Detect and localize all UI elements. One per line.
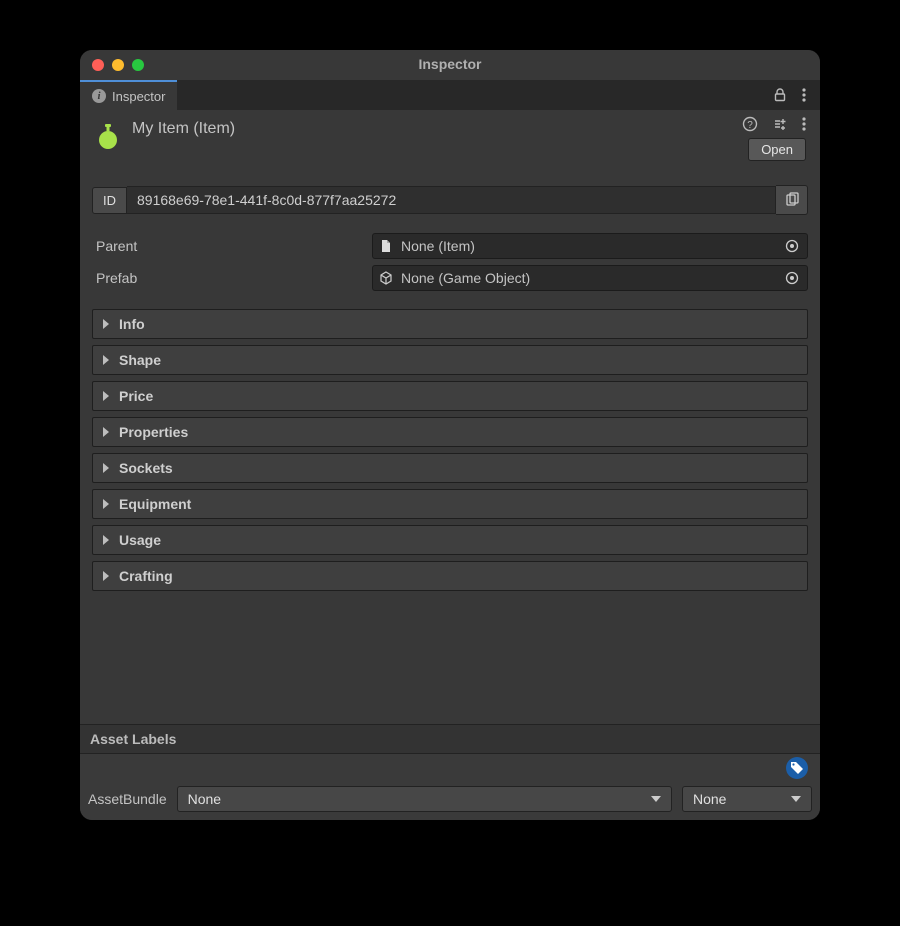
triangle-right-icon	[103, 499, 109, 509]
help-icon[interactable]: ?	[742, 116, 758, 132]
cube-icon	[379, 271, 393, 285]
window-title: Inspector	[80, 56, 820, 72]
copy-id-button[interactable]	[776, 185, 808, 215]
asset-bundle-variant-dropdown[interactable]: None	[682, 786, 812, 812]
foldout-usage[interactable]: Usage	[92, 525, 808, 555]
file-icon	[379, 239, 393, 253]
foldout-label: Usage	[119, 532, 161, 548]
chevron-down-icon	[791, 796, 801, 802]
inspector-window: Inspector i Inspector My Item (Item)	[80, 50, 820, 820]
titlebar: Inspector	[80, 50, 820, 80]
prefab-value: None (Game Object)	[401, 270, 530, 286]
triangle-right-icon	[103, 391, 109, 401]
minimize-window-button[interactable]	[112, 59, 124, 71]
prefab-field-row: Prefab None (Game Object)	[92, 265, 808, 291]
asset-labels-header: Asset Labels	[80, 724, 820, 754]
tab-inspector[interactable]: i Inspector	[80, 80, 177, 110]
tab-label: Inspector	[112, 89, 165, 104]
triangle-right-icon	[103, 319, 109, 329]
asset-bundle-label: AssetBundle	[88, 791, 167, 807]
id-value-field[interactable]: 89168e69-78e1-441f-8c0d-877f7aa25272	[127, 186, 776, 214]
header: My Item (Item) ? Open	[80, 110, 820, 167]
asset-bundle-name-dropdown[interactable]: None	[177, 786, 672, 812]
tab-menu-icon[interactable]	[802, 87, 806, 103]
object-picker-button[interactable]	[783, 269, 801, 287]
foldout-price[interactable]: Price	[92, 381, 808, 411]
object-title: My Item (Item)	[132, 120, 235, 138]
lock-icon[interactable]	[772, 87, 788, 103]
foldout-sockets[interactable]: Sockets	[92, 453, 808, 483]
foldout-label: Crafting	[119, 568, 173, 584]
add-label-button[interactable]	[786, 757, 808, 779]
triangle-right-icon	[103, 535, 109, 545]
foldout-label: Price	[119, 388, 153, 404]
foldout-label: Sockets	[119, 460, 173, 476]
preset-icon[interactable]	[772, 116, 788, 132]
foldout-label: Info	[119, 316, 145, 332]
close-window-button[interactable]	[92, 59, 104, 71]
header-right: ? Open	[742, 116, 806, 161]
prefab-object-field[interactable]: None (Game Object)	[372, 265, 808, 291]
chevron-down-icon	[651, 796, 661, 802]
open-button[interactable]: Open	[748, 138, 806, 161]
id-row: ID 89168e69-78e1-441f-8c0d-877f7aa25272	[92, 185, 808, 215]
zoom-window-button[interactable]	[132, 59, 144, 71]
parent-value: None (Item)	[401, 238, 475, 254]
svg-text:?: ?	[747, 120, 753, 131]
parent-field-row: Parent None (Item)	[92, 233, 808, 259]
parent-label: Parent	[92, 238, 372, 254]
footer: Asset Labels AssetBundle None None	[80, 724, 820, 820]
copy-icon	[784, 192, 800, 208]
foldout-equipment[interactable]: Equipment	[92, 489, 808, 519]
id-label: ID	[92, 187, 127, 214]
tabbar: i Inspector	[80, 80, 820, 110]
foldout-label: Shape	[119, 352, 161, 368]
body: ID 89168e69-78e1-441f-8c0d-877f7aa25272 …	[80, 167, 820, 724]
prefab-label: Prefab	[92, 270, 372, 286]
component-menu-icon[interactable]	[802, 116, 806, 132]
foldout-properties[interactable]: Properties	[92, 417, 808, 447]
triangle-right-icon	[103, 463, 109, 473]
triangle-right-icon	[103, 427, 109, 437]
traffic-lights	[92, 59, 144, 71]
foldout-shape[interactable]: Shape	[92, 345, 808, 375]
asset-bundle-row: AssetBundle None None	[80, 782, 820, 820]
bundle-variant-value: None	[693, 791, 726, 807]
tabbar-actions	[758, 80, 820, 110]
foldout-info[interactable]: Info	[92, 309, 808, 339]
tag-icon	[790, 761, 804, 775]
asset-labels-area	[80, 754, 820, 782]
object-picker-button[interactable]	[783, 237, 801, 255]
foldout-crafting[interactable]: Crafting	[92, 561, 808, 591]
parent-object-field[interactable]: None (Item)	[372, 233, 808, 259]
triangle-right-icon	[103, 571, 109, 581]
bundle-name-value: None	[188, 791, 221, 807]
item-thumbnail-icon[interactable]	[94, 122, 122, 150]
triangle-right-icon	[103, 355, 109, 365]
foldout-label: Equipment	[119, 496, 191, 512]
foldout-label: Properties	[119, 424, 188, 440]
foldouts-list: Info Shape Price Properties Sockets Equipment…	[92, 309, 808, 591]
info-icon: i	[92, 89, 106, 103]
